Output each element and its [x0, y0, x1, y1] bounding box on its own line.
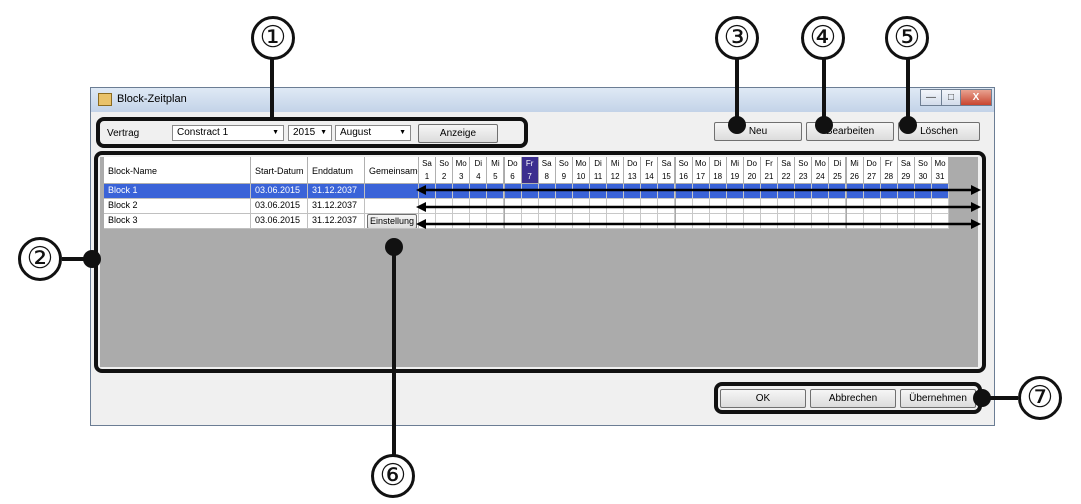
callout-1: ① [251, 16, 295, 60]
callout-5: ⑤ [885, 16, 929, 60]
callout-7: ⑦ [1018, 376, 1062, 420]
callout-box-toolbar [96, 117, 528, 148]
callout-line-4 [822, 58, 826, 124]
callout-box-grid [94, 151, 986, 373]
close-button[interactable]: X [960, 89, 992, 106]
minimize-button[interactable]: — [920, 89, 942, 106]
callout-dot-6 [385, 238, 403, 256]
callout-dot-2 [83, 250, 101, 268]
callout-dot-5 [899, 116, 917, 134]
callout-dot-3 [728, 116, 746, 134]
callout-dot-4 [815, 116, 833, 134]
callout-2: ② [18, 237, 62, 281]
maximize-button[interactable]: □ [941, 89, 961, 106]
callout-line-6 [392, 240, 396, 458]
callout-3: ③ [715, 16, 759, 60]
callout-6: ⑥ [371, 454, 415, 498]
callout-dot-7 [973, 389, 991, 407]
app-icon [98, 93, 112, 106]
callout-box-footer [714, 382, 982, 414]
callout-line-5 [906, 58, 910, 124]
callout-line-3 [735, 58, 739, 124]
callout-line-1 [270, 58, 274, 118]
window-title: Block-Zeitplan [117, 93, 187, 105]
callout-4: ④ [801, 16, 845, 60]
title-bar[interactable] [91, 88, 994, 112]
